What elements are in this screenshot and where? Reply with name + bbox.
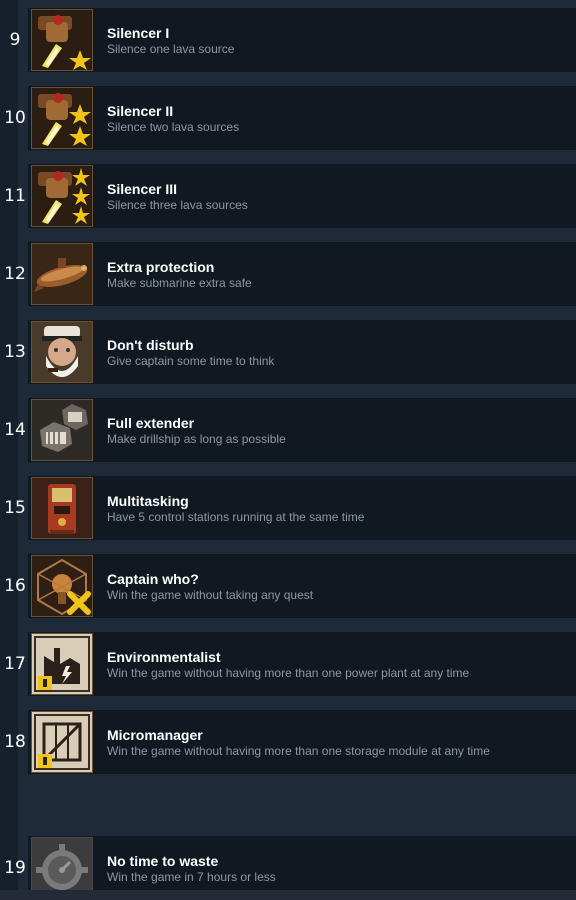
- achievement-number: 18: [4, 732, 26, 752]
- achievement-row-dont-disturb: 13 Don't disturb Give captain some time …: [0, 320, 576, 384]
- storage-module-icon: [31, 711, 93, 773]
- achievement-number: 13: [4, 342, 26, 362]
- achievement-row-micromanager: 18 Micromanager Win the game without hav…: [0, 710, 576, 774]
- achievement-title: Silencer I: [107, 25, 170, 41]
- achievement-card[interactable]: Extra protection Make submarine extra sa…: [28, 242, 576, 306]
- achievement-description: Win the game in 7 hours or less: [107, 870, 276, 884]
- achievement-description: Win the game without having more than on…: [107, 744, 490, 758]
- achievement-card[interactable]: Environmentalist Win the game without ha…: [28, 632, 576, 696]
- lava-drill-three-star-icon: [31, 165, 93, 227]
- achievement-row-silencer-2: 10 Silencer II Silence two lava sources: [0, 86, 576, 150]
- achievement-description: Make submarine extra safe: [107, 276, 252, 290]
- captain-portrait-icon: [31, 321, 93, 383]
- achievement-title: Multitasking: [107, 493, 189, 509]
- achievement-row-full-extender: 14 Full extender Make drillship as long …: [0, 398, 576, 462]
- achievement-card[interactable]: Silencer III Silence three lava sources: [28, 164, 576, 228]
- achievement-number: 17: [4, 654, 26, 674]
- achievement-card[interactable]: Multitasking Have 5 control stations run…: [28, 476, 576, 540]
- achievement-card[interactable]: Silencer II Silence two lava sources: [28, 86, 576, 150]
- achievement-title: Environmentalist: [107, 649, 221, 665]
- achievement-title: Silencer II: [107, 103, 174, 119]
- achievement-number: 9: [9, 30, 21, 50]
- achievement-card[interactable]: Full extender Make drillship as long as …: [28, 398, 576, 462]
- achievement-card[interactable]: Captain who? Win the game without taking…: [28, 554, 576, 618]
- achievement-title: Extra protection: [107, 259, 215, 275]
- achievement-row-extra-protection: 12 Extra protection Make submarine extra…: [0, 242, 576, 306]
- achievement-number: 16: [4, 576, 26, 596]
- achievement-title: Silencer III: [107, 181, 178, 197]
- achievement-card[interactable]: Silencer I Silence one lava source: [28, 8, 576, 72]
- achievement-description: Make drillship as long as possible: [107, 432, 286, 446]
- control-station-icon: [31, 477, 93, 539]
- achievement-row-environmentalist: 17 Environmentalist Win the game without…: [0, 632, 576, 696]
- submarine-icon: [31, 243, 93, 305]
- drillship-modules-icon: [31, 399, 93, 461]
- achievement-number: 10: [4, 108, 26, 128]
- achievement-number: 11: [4, 186, 26, 206]
- achievement-number: 12: [4, 264, 26, 284]
- achievement-description: Give captain some time to think: [107, 354, 275, 368]
- achievement-description: Silence three lava sources: [107, 198, 248, 212]
- achievement-title: Micromanager: [107, 727, 203, 743]
- power-plant-icon: [31, 633, 93, 695]
- achievement-row-multitasking: 15 Multitasking Have 5 control stations …: [0, 476, 576, 540]
- achievement-row-silencer-1: 9 Silencer I Silence one lava source: [0, 8, 576, 72]
- lava-drill-two-star-icon: [31, 87, 93, 149]
- achievement-description: Win the game without having more than on…: [107, 666, 470, 680]
- achievement-title: Full extender: [107, 415, 195, 431]
- achievement-title: No time to waste: [107, 853, 219, 869]
- achievement-description: Silence two lava sources: [107, 120, 240, 134]
- achievement-number: 14: [4, 420, 26, 440]
- achievement-description: Silence one lava source: [107, 42, 235, 56]
- horizontal-scrollbar[interactable]: [0, 890, 576, 900]
- achievement-description: Have 5 control stations running at the s…: [107, 510, 365, 524]
- lava-drill-one-star-icon: [31, 9, 93, 71]
- achievement-row-captain-who: 16 Captain who? Win the game without tak…: [0, 554, 576, 618]
- quest-cancel-icon: [31, 555, 93, 617]
- achievement-title: Don't disturb: [107, 337, 194, 353]
- achievement-card[interactable]: Micromanager Win the game without having…: [28, 710, 576, 774]
- achievement-card[interactable]: Don't disturb Give captain some time to …: [28, 320, 576, 384]
- achievement-row-silencer-3: 11 Silencer III Silence three lava sourc…: [0, 164, 576, 228]
- achievement-number: 15: [4, 498, 26, 518]
- achievement-description: Win the game without taking any quest: [107, 588, 314, 602]
- achievement-title: Captain who?: [107, 571, 199, 587]
